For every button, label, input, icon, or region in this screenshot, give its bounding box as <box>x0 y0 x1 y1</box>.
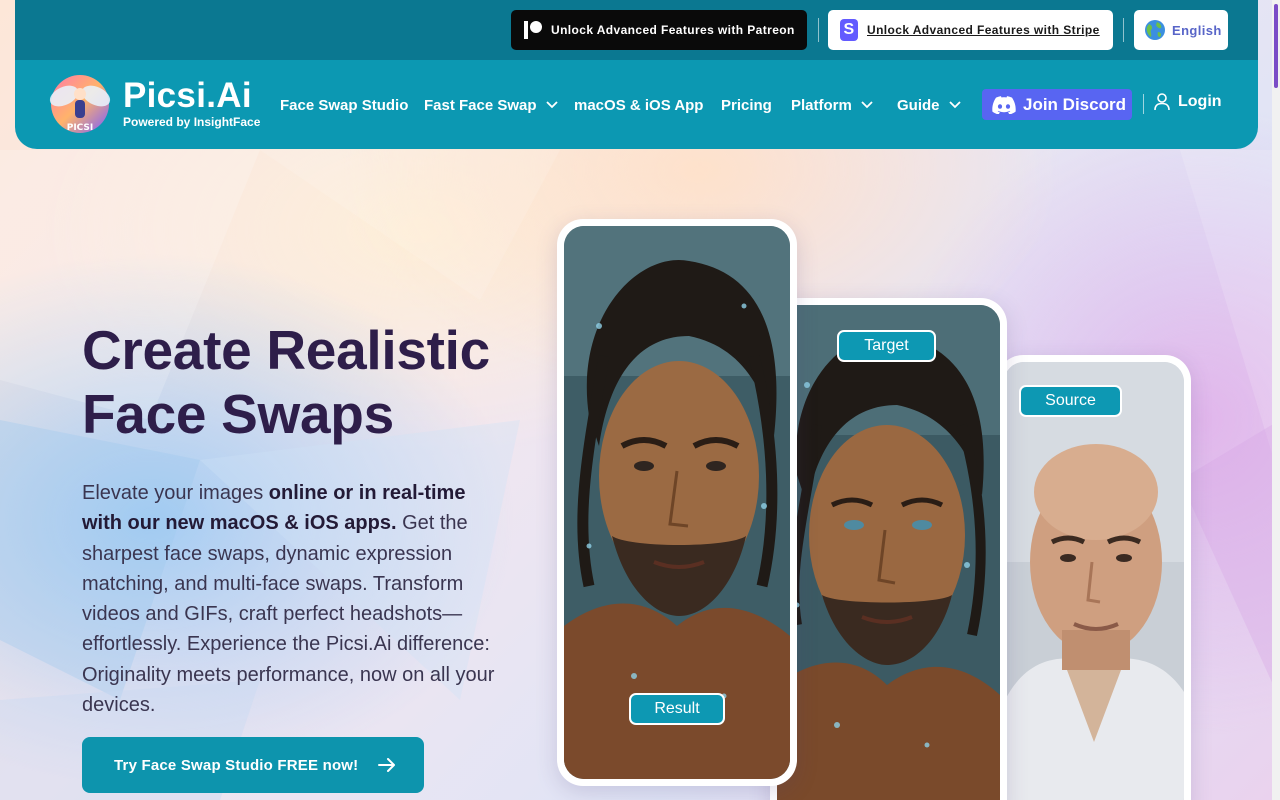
stripe-icon: S <box>840 19 858 41</box>
hero-title-line: Create Realistic <box>82 319 490 381</box>
language-label: English <box>1172 22 1222 38</box>
nav-macos-ios-app[interactable]: macOS & iOS App <box>574 94 703 116</box>
hero-title: Create Realistic Face Swaps <box>82 318 542 446</box>
patreon-unlock-button[interactable]: Unlock Advanced Features with Patreon <box>511 10 807 50</box>
target-photo <box>777 305 1000 800</box>
target-tag: Target <box>837 330 936 362</box>
source-tag: Source <box>1019 385 1122 417</box>
patreon-icon <box>523 20 543 40</box>
top-divider <box>1123 18 1124 42</box>
picsi-logo-icon[interactable]: PICSI <box>44 72 116 136</box>
hero-copy-rest: Get the sharpest face swaps, dynamic exp… <box>82 512 495 717</box>
scrollbar-thumb[interactable] <box>1274 4 1278 88</box>
language-selector[interactable]: English <box>1134 10 1228 50</box>
result-tag: Result <box>629 693 725 725</box>
page-scrollbar[interactable] <box>1272 0 1280 800</box>
patreon-unlock-label: Unlock Advanced Features with Patreon <box>551 23 795 37</box>
stripe-unlock-button[interactable]: S Unlock Advanced Features with Stripe <box>828 10 1113 50</box>
nav-divider <box>1143 94 1144 114</box>
join-discord-label: Join Discord <box>1023 94 1126 114</box>
target-photo-card <box>770 298 1007 800</box>
stripe-unlock-label: Unlock Advanced Features with Stripe <box>867 23 1100 37</box>
nav-label: Fast Face Swap <box>424 96 537 114</box>
user-icon <box>1154 93 1170 111</box>
chevron-down-icon <box>861 101 873 109</box>
globe-icon <box>1145 20 1165 40</box>
nav-label: Guide <box>897 96 940 114</box>
chevron-down-icon <box>545 101 558 109</box>
discord-icon <box>992 95 1016 114</box>
nav-guide[interactable]: Guide <box>897 94 961 116</box>
hero-copy-intro: Elevate your images <box>82 482 269 504</box>
nav-label: macOS & iOS App <box>574 96 704 114</box>
brand-tagline: Powered by InsightFace <box>123 115 261 129</box>
arrow-right-icon <box>378 758 396 772</box>
nav-label: Pricing <box>721 96 772 114</box>
hero-title-line: Face Swaps <box>82 383 394 445</box>
top-divider <box>818 18 819 42</box>
nav-platform[interactable]: Platform <box>791 94 873 116</box>
source-photo-card <box>997 355 1191 800</box>
brand-name[interactable]: Picsi.Ai <box>123 76 252 116</box>
svg-text:PICSI: PICSI <box>67 123 94 133</box>
nav-face-swap-studio[interactable]: Face Swap Studio <box>280 94 408 116</box>
chevron-down-icon <box>948 101 961 109</box>
try-face-swap-studio-button[interactable]: Try Face Swap Studio FREE now! <box>82 737 424 793</box>
nav-pricing[interactable]: Pricing <box>721 94 772 116</box>
nav-label: Face Swap Studio <box>280 96 409 114</box>
login-link[interactable]: Login <box>1154 93 1222 111</box>
join-discord-button[interactable]: Join Discord <box>982 89 1132 120</box>
nav-fast-face-swap[interactable]: Fast Face Swap <box>424 94 558 116</box>
login-label: Login <box>1178 93 1222 110</box>
hero-description: Elevate your images online or in real-ti… <box>82 478 507 720</box>
source-photo <box>1004 362 1184 800</box>
nav-label: Platform <box>791 96 852 114</box>
cta-label: Try Face Swap Studio FREE now! <box>114 756 359 774</box>
